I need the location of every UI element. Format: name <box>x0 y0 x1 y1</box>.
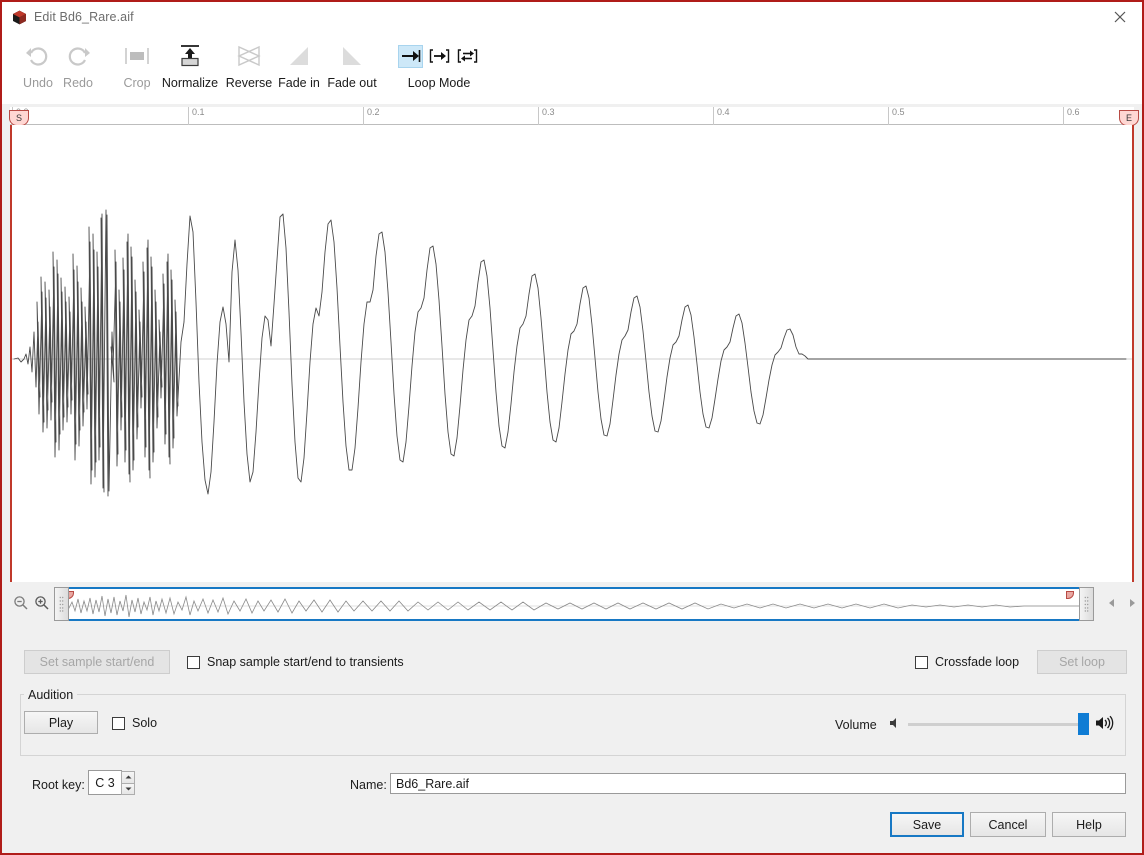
checkbox-icon <box>187 655 200 669</box>
undo-label: Undo <box>23 76 53 90</box>
ruler-tick: 0.2 <box>363 107 380 125</box>
undo-button[interactable]: Undo <box>20 36 56 100</box>
zoom-in-icon[interactable] <box>31 592 53 614</box>
fade-out-label: Fade out <box>327 76 377 90</box>
crop-button[interactable]: Crop <box>119 36 155 100</box>
volume-slider-thumb[interactable] <box>1078 713 1089 735</box>
ruler-tick: 0.3 <box>538 107 555 125</box>
fade-in-label: Fade in <box>278 76 320 90</box>
close-icon[interactable] <box>1097 2 1142 32</box>
edit-sample-dialog: Edit Bd6_Rare.aif Undo Redo Crop Normali… <box>0 0 1144 855</box>
normalize-button[interactable]: Normalize <box>159 36 221 100</box>
root-key-value: C 3 <box>95 775 115 790</box>
name-value: Bd6_Rare.aif <box>396 776 469 791</box>
loop-pingpong-icon[interactable] <box>455 45 480 68</box>
arrow-left-icon[interactable] <box>1104 595 1120 611</box>
cancel-label: Cancel <box>988 817 1028 832</box>
crop-icon <box>123 36 151 76</box>
reverse-label: Reverse <box>225 76 273 90</box>
help-label: Help <box>1076 817 1102 832</box>
redo-button[interactable]: Redo <box>60 36 96 100</box>
set-loop-button[interactable]: Set loop <box>1037 650 1127 674</box>
overview-right-handle[interactable] <box>1079 587 1094 621</box>
crossfade-loop-checkbox[interactable]: Crossfade loop <box>915 655 1019 669</box>
ruler-tick: 0.4 <box>713 107 730 125</box>
crossfade-label: Crossfade loop <box>935 655 1020 669</box>
overview-waveform <box>56 594 1092 618</box>
normalize-label: Normalize <box>161 76 219 90</box>
normalize-icon <box>175 36 205 76</box>
speaker-high-icon <box>1095 714 1114 735</box>
save-label: Save <box>912 817 942 832</box>
sample-start-marker[interactable]: S <box>9 110 29 126</box>
grip-icon <box>1084 596 1089 612</box>
solo-checkbox[interactable]: Solo <box>112 716 157 730</box>
group-divider <box>74 694 1126 695</box>
loop-mode-group: Loop Mode <box>398 36 480 100</box>
redo-label: Redo <box>63 76 93 90</box>
reverse-icon <box>234 36 264 76</box>
undo-icon <box>25 36 51 76</box>
set-sample-start-end-button[interactable]: Set sample start/end <box>24 650 170 674</box>
name-input[interactable]: Bd6_Rare.aif <box>390 773 1126 794</box>
ruler-tick: 0.1 <box>188 107 205 125</box>
ruler-tick: 0.5 <box>888 107 905 125</box>
play-button[interactable]: Play <box>24 711 98 734</box>
toolbar: Undo Redo Crop Normalize Reverse Fade in… <box>2 32 1142 104</box>
audition-group-title: Audition <box>24 688 78 702</box>
arrow-right-icon[interactable] <box>1124 595 1140 611</box>
save-button[interactable]: Save <box>890 812 964 837</box>
zoom-out-icon[interactable] <box>10 592 32 614</box>
root-key-stepper[interactable] <box>121 771 135 795</box>
fade-out-button[interactable]: Fade out <box>326 36 378 100</box>
root-key-field[interactable]: C 3 <box>88 770 122 795</box>
checkbox-icon <box>112 716 125 730</box>
help-button[interactable]: Help <box>1052 812 1126 837</box>
cancel-button[interactable]: Cancel <box>970 812 1046 837</box>
play-label: Play <box>48 715 74 730</box>
loop-mode-label: Loop Mode <box>407 76 471 90</box>
snap-label: Snap sample start/end to transients <box>207 655 404 669</box>
fade-in-icon <box>285 36 313 76</box>
snap-to-transients-checkbox[interactable]: Snap sample start/end to transients <box>187 655 404 669</box>
fade-out-icon <box>338 36 366 76</box>
time-ruler[interactable]: 0.0 0.1 0.2 0.3 0.4 0.5 0.6 <box>10 107 1134 125</box>
root-key-label: Root key: <box>32 778 85 792</box>
volume-label: Volume <box>835 718 877 732</box>
volume-slider-track[interactable] <box>908 723 1089 726</box>
overview-scrollbar[interactable] <box>54 587 1094 621</box>
stepper-up-icon[interactable] <box>121 771 135 783</box>
solo-label: Solo <box>132 716 158 730</box>
overview-left-handle[interactable] <box>54 587 69 621</box>
waveform-display[interactable] <box>10 125 1134 582</box>
loop-forward-icon[interactable] <box>427 45 452 68</box>
title-bar: Edit Bd6_Rare.aif <box>2 2 1142 32</box>
stepper-down-icon[interactable] <box>121 782 135 795</box>
fade-in-button[interactable]: Fade in <box>276 36 322 100</box>
waveform-chart <box>12 209 1132 497</box>
redo-icon <box>65 36 91 76</box>
grip-icon <box>59 596 64 612</box>
overview-row <box>2 587 1142 629</box>
window-title: Edit Bd6_Rare.aif <box>34 10 134 24</box>
speaker-low-icon <box>888 716 902 733</box>
cube-icon <box>12 10 27 25</box>
ruler-tick: 0.6 <box>1063 107 1080 125</box>
name-label: Name: <box>350 778 387 792</box>
crop-label: Crop <box>123 76 151 90</box>
checkbox-icon <box>915 655 928 669</box>
sample-end-marker[interactable]: E <box>1119 110 1139 126</box>
set-loop-label: Set loop <box>1059 655 1105 669</box>
reverse-button[interactable]: Reverse <box>224 36 274 100</box>
set-sample-label: Set sample start/end <box>39 655 155 669</box>
loop-off-icon[interactable] <box>398 44 423 68</box>
